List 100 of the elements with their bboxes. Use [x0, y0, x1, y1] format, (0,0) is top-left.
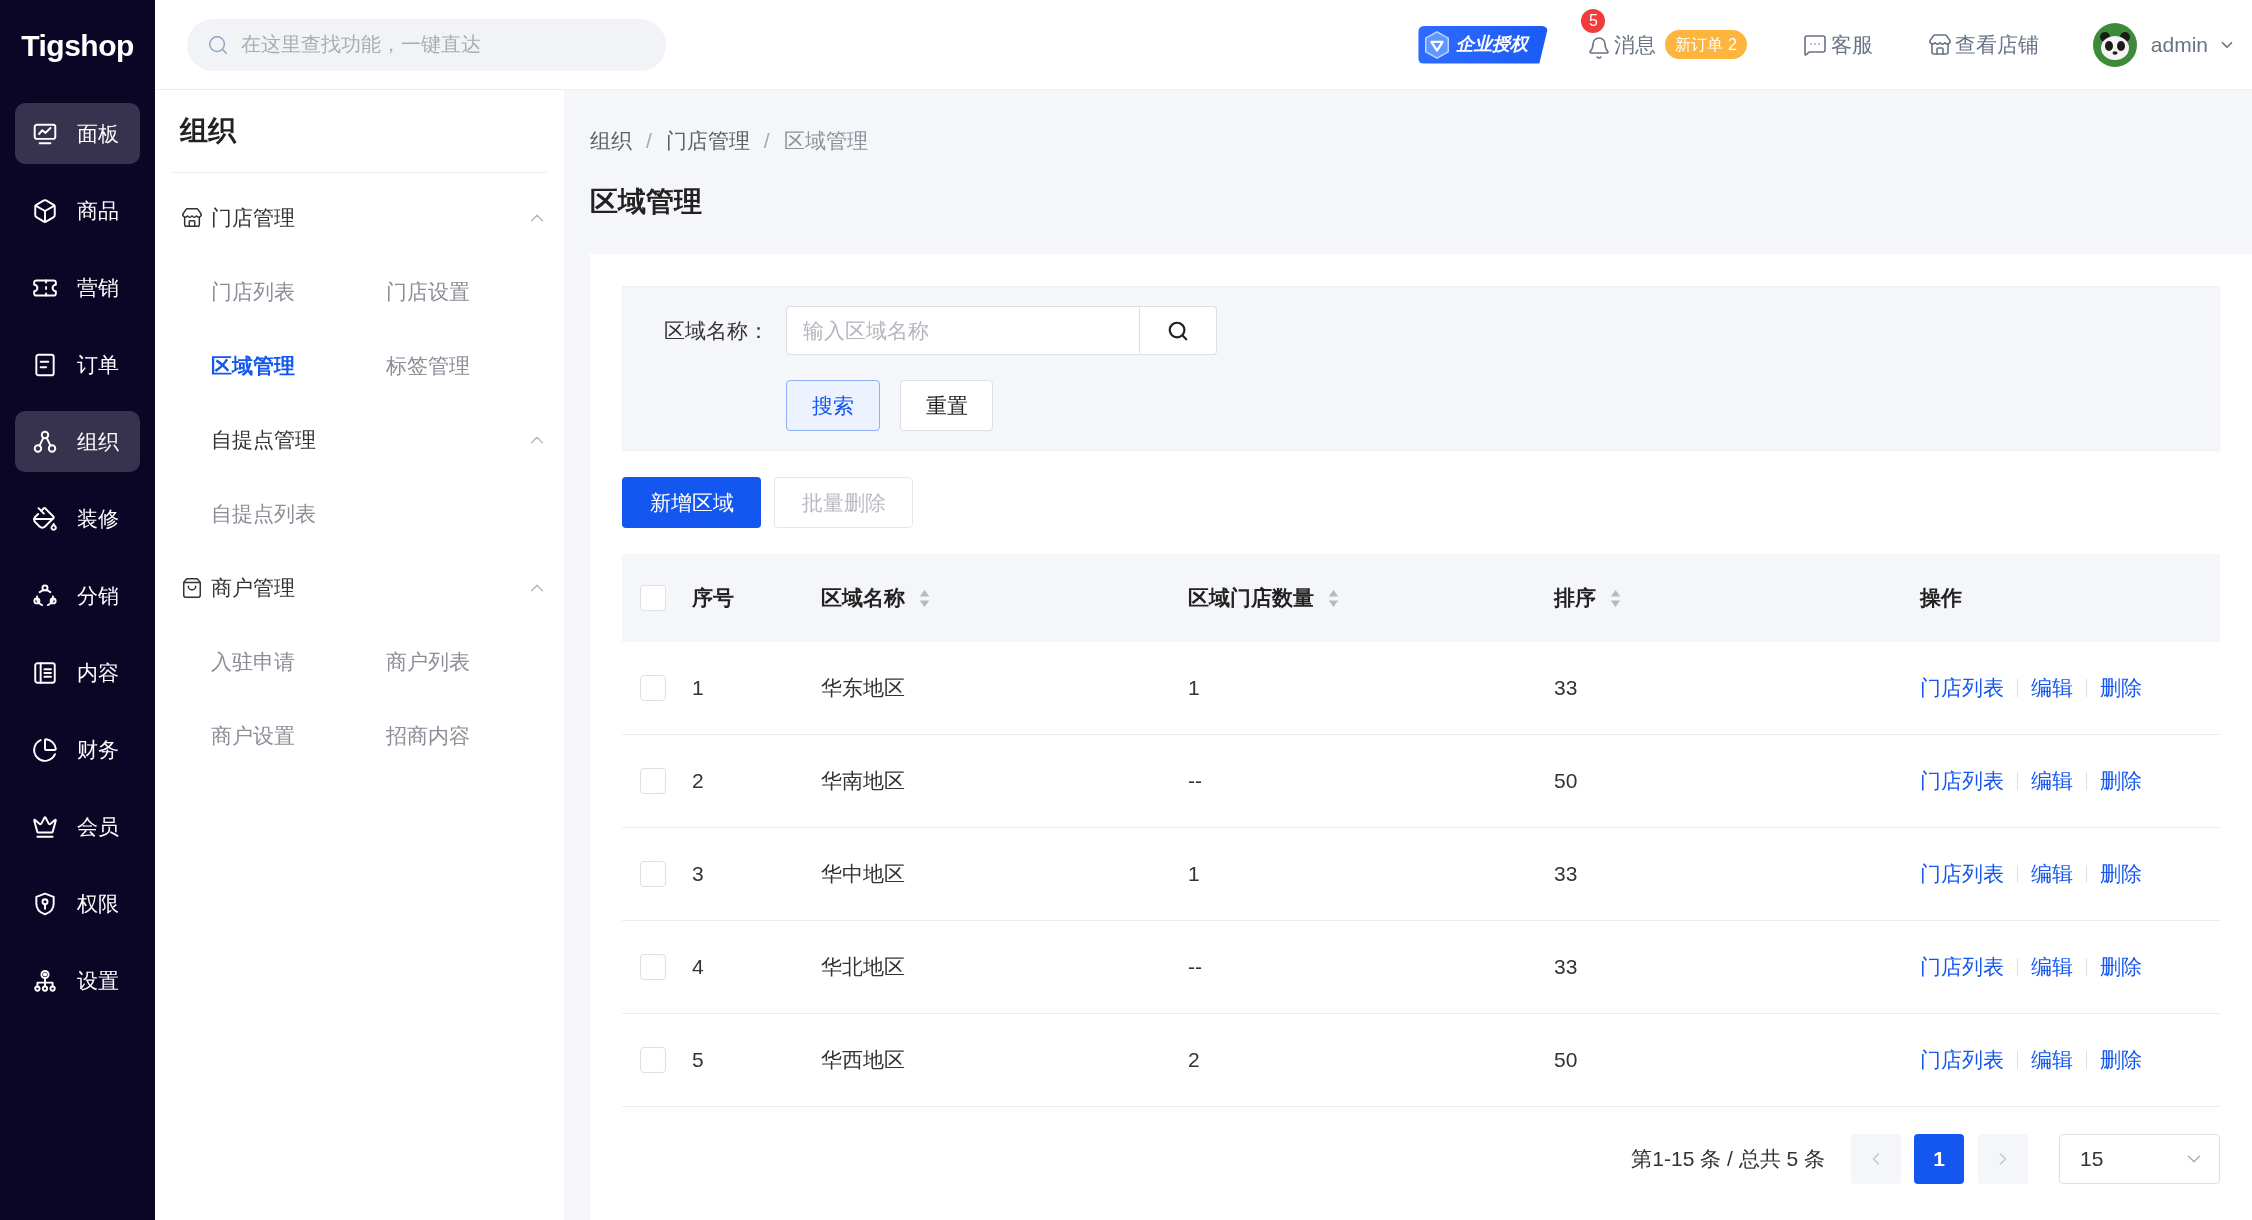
action-link[interactable]: 门店列表 — [1920, 1044, 2004, 1076]
row-checkbox[interactable] — [640, 675, 666, 701]
sidebar-item[interactable]: 面板 — [15, 103, 140, 164]
input-field[interactable]: 输入区域名称 — [786, 306, 1140, 355]
field-label: 区域名称： — [663, 317, 769, 344]
sidebar-item[interactable]: 会员 — [15, 796, 140, 857]
sidebar-item[interactable]: 分销 — [15, 565, 140, 626]
action-link[interactable]: 删除 — [2100, 672, 2142, 704]
breadcrumb-separator: / — [763, 128, 770, 155]
action-link[interactable]: 门店列表 — [1920, 951, 2004, 983]
action-link[interactable]: 编辑 — [2031, 672, 2073, 704]
crown-icon — [32, 813, 58, 840]
table-cell-text: 50 — [1554, 768, 1578, 795]
panda-avatar-icon — [2092, 22, 2137, 67]
breadcrumb-current: 区域管理 — [783, 128, 868, 155]
sidebar-item[interactable]: 组织 — [15, 411, 140, 472]
action-link[interactable]: 删除 — [2100, 858, 2142, 890]
store-icon — [181, 207, 203, 229]
page-title: 区域管理 — [590, 185, 702, 219]
gear-nodes-icon — [32, 967, 58, 994]
sort-icon[interactable] — [1328, 588, 1339, 608]
table-cell-text: 华西地区 — [821, 1047, 905, 1074]
submenu-link[interactable]: 自提点列表 — [211, 498, 316, 530]
submenu-link[interactable]: 入驻申请 — [211, 646, 295, 678]
sidebar-item[interactable]: 权限 — [15, 873, 140, 934]
submenu-link[interactable]: 招商内容 — [386, 720, 470, 752]
select-all-checkbox[interactable] — [640, 585, 666, 611]
table-cell-text: 2 — [692, 768, 704, 795]
sidebar-item[interactable]: 装修 — [15, 488, 140, 549]
table-cell-text: 1 — [1188, 861, 1200, 888]
service-button[interactable]: 客服 — [1802, 28, 1873, 61]
table-cell-text: 华中地区 — [821, 861, 905, 888]
menu-group-header[interactable]: 商户管理 — [155, 551, 564, 625]
action-link[interactable]: 删除 — [2100, 1044, 2142, 1076]
column-header: 排序 — [1554, 585, 1596, 612]
search-button[interactable]: 搜索 — [786, 380, 880, 431]
action-link[interactable]: 编辑 — [2031, 858, 2073, 890]
submenu-link[interactable]: 门店设置 — [386, 276, 470, 308]
logo: Tigshop — [21, 27, 134, 64]
sidebar-item[interactable]: 内容 — [15, 642, 140, 703]
row-checkbox[interactable] — [640, 1047, 666, 1073]
submenu-link[interactable]: 区域管理 — [211, 350, 295, 382]
column-header: 操作 — [1920, 585, 1962, 612]
action-link[interactable]: 编辑 — [2031, 765, 2073, 797]
search-field[interactable]: 在这里查找功能，一键直达 — [187, 18, 666, 71]
action-link[interactable]: 删除 — [2100, 765, 2142, 797]
bell-icon — [1587, 35, 1612, 60]
row-checkbox[interactable] — [640, 768, 666, 794]
action-link[interactable]: 门店列表 — [1920, 858, 2004, 890]
table-cell-text: -- — [1188, 954, 1202, 981]
reset-button[interactable]: 重置 — [900, 380, 993, 431]
document-icon — [32, 351, 58, 378]
breadcrumb-separator: / — [646, 128, 652, 155]
row-checkbox[interactable] — [640, 861, 666, 887]
table-cell-text: -- — [1188, 768, 1202, 795]
action-link[interactable]: 编辑 — [2031, 951, 2073, 983]
store-icon — [1927, 32, 1952, 57]
action-link[interactable]: 编辑 — [2031, 1044, 2073, 1076]
sidebar-item[interactable]: 财务 — [15, 719, 140, 780]
breadcrumb-link[interactable]: 组织 — [590, 125, 632, 157]
add-region-button[interactable]: 新增区域 — [622, 477, 761, 528]
sidebar-item[interactable]: 设置 — [15, 950, 140, 1011]
column-header: 区域名称 — [821, 585, 905, 612]
page-button[interactable]: 1 — [1914, 1134, 1964, 1184]
sort-icon[interactable] — [1610, 588, 1621, 608]
sidebar-item[interactable]: 商品 — [15, 180, 140, 241]
action-link[interactable]: 门店列表 — [1920, 765, 2004, 797]
shield-keyhole-icon — [32, 890, 58, 917]
view-store-button[interactable]: 查看店铺 — [1927, 28, 2039, 61]
row-checkbox[interactable] — [640, 954, 666, 980]
column-header: 区域门店数量 — [1188, 585, 1314, 612]
submenu-link[interactable]: 商户设置 — [211, 720, 295, 752]
menu-group-header[interactable]: 自提点管理 — [155, 403, 564, 477]
search-icon — [1167, 319, 1189, 342]
ring-nodes-icon — [32, 582, 58, 609]
column-header: 序号 — [692, 585, 734, 612]
submenu-link[interactable]: 商户列表 — [386, 646, 470, 678]
hierarchy-icon — [32, 428, 58, 455]
table-cell-text: 华南地区 — [821, 768, 905, 795]
submenu-title: 组织 — [180, 114, 236, 148]
bag-icon — [181, 577, 203, 599]
sort-icon[interactable] — [919, 588, 930, 608]
table-cell-text: 50 — [1554, 1047, 1578, 1074]
action-link[interactable]: 删除 — [2100, 951, 2142, 983]
user-menu[interactable]: admin — [2092, 22, 2236, 67]
license-badge[interactable]: 企业授权 — [1418, 25, 1549, 64]
sidebar-item[interactable]: 订单 — [15, 334, 140, 395]
submenu-link[interactable]: 门店列表 — [211, 276, 295, 308]
table-cell-text: 1 — [692, 675, 704, 702]
sidebar-item[interactable]: 营销 — [15, 257, 140, 318]
submenu-link[interactable]: 标签管理 — [386, 350, 470, 382]
action-link[interactable]: 门店列表 — [1920, 672, 2004, 704]
menu-group-header[interactable]: 门店管理 — [155, 181, 564, 255]
pie-chart-icon — [32, 736, 58, 763]
count-badge: 5 — [1581, 8, 1606, 33]
breadcrumb-link[interactable]: 门店管理 — [665, 125, 750, 157]
search-button[interactable] — [1140, 306, 1217, 355]
page-size-select[interactable]: 15 — [2059, 1134, 2220, 1184]
table-cell-text: 5 — [692, 1047, 704, 1074]
table-cell-text: 1 — [1188, 675, 1200, 702]
